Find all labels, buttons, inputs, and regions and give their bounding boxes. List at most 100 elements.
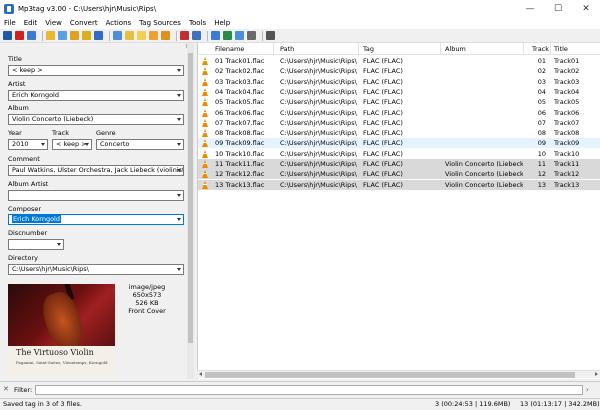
menu-actions[interactable]: Actions [106,19,132,27]
album-field[interactable]: Violin Concerto (Liebeck) [8,114,184,125]
filter-bar: ✕ Filter: › [0,381,600,397]
scroll-right-icon[interactable] [595,372,598,376]
tag-file-icon[interactable] [125,31,134,40]
chevron-down-icon[interactable] [177,169,181,172]
table-row[interactable]: 01 Track01.flac C:\Users\hjr\Music\Rips\ F… [198,56,600,66]
table-row[interactable]: 10 Track10.flac C:\Users\hjr\Music\Rips\ F… [198,149,600,159]
chevron-down-icon[interactable] [177,194,181,197]
table-row[interactable]: 13 Track13.flac C:\Users\hjr\Music\Rips\ F… [198,179,600,190]
year-field[interactable]: 2010 [8,139,48,150]
maximize-button[interactable]: ☐ [544,0,572,17]
file-tag-icon[interactable] [137,31,146,40]
column-separator[interactable] [523,43,524,55]
column-tag[interactable]: Tag [363,45,374,53]
composer-field[interactable]: Erich Korngold [8,214,184,225]
artist-field[interactable]: Erich Korngold [8,90,184,101]
column-separator[interactable] [440,43,441,55]
add-dir-icon[interactable] [58,31,67,40]
column-separator[interactable] [358,43,359,55]
composer-value: Erich Korngold [12,215,61,223]
status-message: Saved tag in 3 of 3 files. [3,400,82,408]
chevron-down-icon[interactable] [177,218,181,221]
tag-sources-icon[interactable] [192,31,201,40]
directory-field[interactable]: C:\Users\hjr\Music\Rips\ [8,264,184,275]
table-row[interactable]: 08 Track08.flac C:\Users\hjr\Music\Rips\ F… [198,128,600,138]
filter-input[interactable] [35,385,583,395]
art-size: 526 KB [135,299,159,307]
scrollbar-thumb[interactable] [188,53,193,343]
comment-field[interactable]: Paul Watkins, Ulster Orchestra, Jack Lie… [8,165,184,176]
tag-tag-icon[interactable] [149,31,158,40]
cell-title: Track10 [554,149,580,158]
chevron-down-icon[interactable] [41,143,45,146]
track-field[interactable]: < keep > [52,139,92,150]
chevron-down-icon[interactable] [177,69,181,72]
table-row[interactable]: 07 Track07.flac C:\Users\hjr\Music\Rips\ F… [198,118,600,128]
column-separator[interactable] [273,43,274,55]
chevron-down-icon[interactable] [85,143,89,146]
table-row[interactable]: 09 Track09.flac C:\Users\hjr\Music\Rips\ F… [198,138,600,149]
column-album[interactable]: Album [445,45,466,53]
tools-icon[interactable] [247,31,256,40]
cell-title: Track06 [554,108,580,117]
vlc-file-icon [202,139,208,148]
change-dir-icon[interactable] [46,31,55,40]
menu-convert[interactable]: Convert [70,19,98,27]
menu-file[interactable]: File [4,19,16,27]
chevron-down-icon[interactable] [177,118,181,121]
file-list-hscrollbar[interactable] [197,370,600,378]
menu-edit[interactable]: Edit [24,19,38,27]
genre-field[interactable]: Concerto [96,139,184,150]
scrollbar-thumb[interactable] [205,372,575,378]
refresh-icon[interactable] [94,31,103,40]
discnumber-field[interactable] [8,239,64,250]
menu-tag-sources[interactable]: Tag Sources [139,19,181,27]
column-separator[interactable] [550,43,551,55]
table-row[interactable]: 04 Track04.flac C:\Users\hjr\Music\Rips\ F… [198,87,600,97]
column-filename[interactable]: Filename [215,45,244,53]
filter-close-icon[interactable]: ✕ [3,385,9,393]
filter-icon[interactable] [235,31,244,40]
column-path[interactable]: Path [280,45,294,53]
cell-title: Track02 [554,67,580,76]
tag-panel-scrollbar[interactable] [187,43,194,379]
close-button[interactable]: ✕ [572,0,600,17]
title-field[interactable]: < keep > [8,65,184,76]
minimize-button[interactable]: — [516,0,544,17]
scroll-left-icon[interactable] [199,372,202,376]
album-artist-field[interactable] [8,190,184,201]
actions-icon[interactable] [211,31,220,40]
remove-tag-icon[interactable] [15,31,24,40]
column-title[interactable]: Title [554,45,568,53]
chevron-down-icon[interactable] [177,143,181,146]
table-row[interactable]: 03 Track03.flac C:\Users\hjr\Music\Rips\ F… [198,77,600,87]
text-file-icon[interactable] [161,31,170,40]
cell-filename: 13 Track13.flac [215,180,265,189]
cover-art-info: image/jpeg 650x573 526 KB Front Cover [127,283,167,315]
column-track[interactable]: Track [532,45,549,53]
chevron-down-icon[interactable] [177,268,181,271]
cover-art-image[interactable]: The Virtuoso Violin Paganini, Saint-Saën… [8,284,115,376]
save-icon[interactable] [3,31,12,40]
web-icon[interactable] [223,31,232,40]
menu-view[interactable]: View [45,19,62,27]
undo-icon[interactable] [27,31,36,40]
case-icon[interactable] [180,31,189,40]
cover-title: The Virtuoso Violin [16,348,94,357]
menu-tools[interactable]: Tools [189,19,206,27]
menu-help[interactable]: Help [214,19,230,27]
cell-title: Track11 [554,160,580,168]
table-row[interactable]: 05 Track05.flac C:\Users\hjr\Music\Rips\ F… [198,97,600,107]
chevron-down-icon[interactable] [177,94,181,97]
chevron-right-icon[interactable]: › [586,386,589,394]
favorites-icon[interactable] [70,31,79,40]
cell-filename: 10 Track10.flac [215,149,265,158]
wrench-icon[interactable] [266,31,275,40]
options-icon[interactable] [113,31,122,40]
table-row[interactable]: 11 Track11.flac C:\Users\hjr\Music\Rips\ F… [198,159,600,169]
table-row[interactable]: 12 Track12.flac C:\Users\hjr\Music\Rips\ F… [198,169,600,180]
export-icon[interactable] [82,31,91,40]
table-row[interactable]: 02 Track02.flac C:\Users\hjr\Music\Rips\ F… [198,66,600,76]
table-row[interactable]: 06 Track06.flac C:\Users\hjr\Music\Rips\ F… [198,108,600,118]
chevron-down-icon[interactable] [57,243,61,246]
